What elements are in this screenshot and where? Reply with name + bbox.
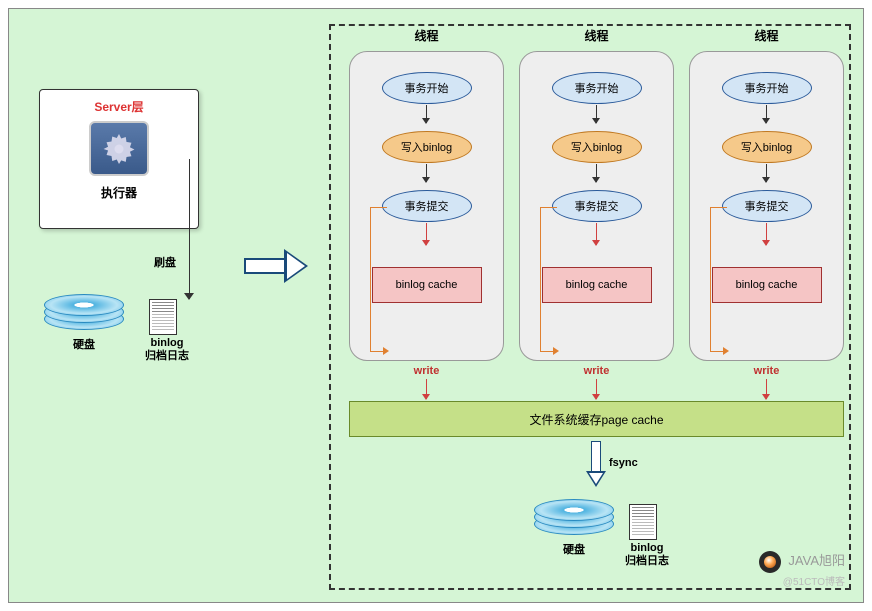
- bypass-arrow-3: [710, 207, 724, 352]
- thread-box-2: 事务开始 写入binlog 事务提交 binlog cache: [519, 51, 674, 361]
- gear-icon: [89, 121, 149, 176]
- bypass-arrow-2: [540, 207, 554, 352]
- binlog-cache-3: binlog cache: [712, 267, 822, 303]
- thread-box-1: 事务开始 写入binlog 事务提交 binlog cache: [349, 51, 504, 361]
- server-title: Server层: [48, 98, 190, 115]
- binlog-cache-2: binlog cache: [542, 267, 652, 303]
- write-label-1: write: [349, 365, 504, 377]
- tx-commit-2: 事务提交: [552, 190, 642, 222]
- thread-box-3: 事务开始 写入binlog 事务提交 binlog cache: [689, 51, 844, 361]
- flush-label: 刷盘: [154, 254, 176, 270]
- thread-title-1: 线程: [349, 27, 504, 44]
- binlog-label-left: binlog归档日志: [137, 337, 197, 363]
- server-box: Server层 执行器: [39, 89, 199, 229]
- write-binlog-1: 写入binlog: [382, 131, 472, 163]
- executor-label: 执行器: [48, 184, 190, 201]
- file-icon-left: [149, 299, 177, 335]
- write-arrow-1: [426, 379, 427, 399]
- write-arrow-2: [596, 379, 597, 399]
- diagram-canvas: Server层 执行器 刷盘 硬盘 binlog归档日志 线程 线程 线程 事务…: [8, 8, 864, 603]
- disk-label: 硬盘: [44, 336, 124, 352]
- fsync-label: fsync: [609, 457, 638, 469]
- watermark-sub: @51CTO博客: [759, 573, 845, 588]
- page-cache-box: 文件系统缓存page cache: [349, 401, 844, 437]
- bypass-arrow-1: [370, 207, 384, 352]
- binlog-cache-1: binlog cache: [372, 267, 482, 303]
- write-arrow-3: [766, 379, 767, 399]
- write-binlog-2: 写入binlog: [552, 131, 642, 163]
- watermark-icon: [759, 551, 781, 573]
- write-binlog-3: 写入binlog: [722, 131, 812, 163]
- tx-commit-3: 事务提交: [722, 190, 812, 222]
- binlog-label-bottom: binlog归档日志: [617, 542, 677, 568]
- write-label-3: write: [689, 365, 844, 377]
- watermark: JAVA旭阳 @51CTO博客: [759, 550, 845, 588]
- tx-start-2: 事务开始: [552, 72, 642, 104]
- arrow-right-icon: [244, 249, 314, 283]
- connector-line: [189, 159, 190, 299]
- file-icon-bottom: [629, 504, 657, 540]
- disk-icon-bottom: 硬盘: [534, 499, 619, 554]
- write-label-2: write: [519, 365, 674, 377]
- tx-start-3: 事务开始: [722, 72, 812, 104]
- disk-label-bottom: 硬盘: [534, 541, 614, 557]
- tx-commit-1: 事务提交: [382, 190, 472, 222]
- thread-title-3: 线程: [689, 27, 844, 44]
- watermark-main: JAVA旭阳: [788, 553, 845, 568]
- fsync-arrow-icon: [586, 441, 606, 489]
- tx-start-1: 事务开始: [382, 72, 472, 104]
- disk-icon-left: 硬盘: [44, 294, 129, 349]
- thread-title-2: 线程: [519, 27, 674, 44]
